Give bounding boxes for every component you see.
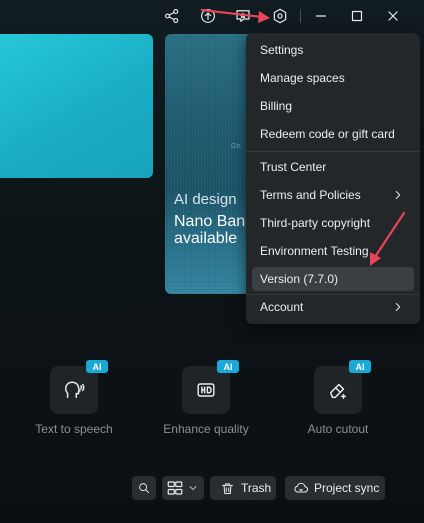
menu-item-label: Environment Testing: [260, 244, 369, 258]
menu-item-label: Account: [260, 300, 304, 314]
grid-view-icon: [167, 481, 183, 495]
view-toggle-button[interactable]: [162, 476, 204, 500]
menu-item-billing[interactable]: Billing: [252, 94, 414, 118]
cloud-sync-icon: [294, 482, 309, 493]
hd-icon: [197, 383, 215, 397]
close-icon[interactable]: [382, 5, 404, 27]
menu-item-account[interactable]: Account: [252, 295, 414, 319]
chevron-down-icon: [189, 486, 197, 490]
menu-item-label: Billing: [260, 99, 293, 113]
settings-menu: Settings Manage spaces Billing Redeem co…: [246, 33, 420, 324]
feedback-icon[interactable]: [232, 5, 254, 27]
eraser-icon: [329, 383, 347, 399]
menu-item-settings[interactable]: Settings: [252, 38, 414, 62]
search-icon: [139, 483, 150, 494]
ai-badge: AI: [217, 360, 239, 373]
upload-icon[interactable]: [197, 5, 219, 27]
menu-divider: [246, 151, 420, 152]
trash-label: Trash: [241, 481, 272, 495]
project-sync-button[interactable]: Project sync: [285, 476, 385, 500]
menu-item-terms-and-policies[interactable]: Terms and Policies: [252, 183, 414, 207]
tool-label: Enhance quality: [163, 422, 249, 436]
chevron-right-icon: [391, 300, 405, 314]
ai-badge: AI: [86, 360, 108, 373]
menu-item-label: Settings: [260, 43, 304, 57]
menu-item-label: Manage spaces: [260, 71, 345, 85]
project-sync-label: Project sync: [314, 481, 380, 495]
toolbar-divider: [300, 9, 301, 23]
promo-title: AI design: [174, 191, 237, 208]
search-button[interactable]: [132, 476, 156, 500]
template-card[interactable]: [0, 34, 153, 178]
ai-badge: AI: [349, 360, 371, 373]
tool-label: Text to speech: [35, 422, 113, 436]
share-icon[interactable]: [161, 5, 183, 27]
minimize-icon[interactable]: [310, 5, 332, 27]
menu-item-environment-testing[interactable]: Environment Testing: [252, 239, 414, 263]
menu-item-trust-center[interactable]: Trust Center: [252, 155, 414, 179]
voice-icon: [65, 381, 85, 399]
menu-item-label: Trust Center: [260, 160, 327, 174]
menu-item-third-party-copyright[interactable]: Third-party copyright: [252, 211, 414, 235]
menu-item-label: Redeem code or gift card: [260, 127, 395, 141]
enhance-quality-button[interactable]: [182, 366, 230, 414]
menu-item-manage-spaces[interactable]: Manage spaces: [252, 66, 414, 90]
trash-icon: [222, 482, 233, 494]
auto-cutout-button[interactable]: [314, 366, 362, 414]
maximize-icon[interactable]: [346, 5, 368, 27]
tool-label: Auto cutout: [307, 422, 369, 436]
menu-item-redeem-code[interactable]: Redeem code or gift card: [252, 122, 414, 146]
menu-item-label: Terms and Policies: [260, 188, 361, 202]
settings-gear-icon[interactable]: [269, 5, 291, 27]
chevron-right-icon: [391, 188, 405, 202]
promo-caption: Ge: [231, 143, 241, 150]
menu-item-version[interactable]: Version (7.7.0): [252, 267, 414, 291]
text-to-speech-button[interactable]: [50, 366, 98, 414]
trash-button[interactable]: Trash: [210, 476, 276, 500]
menu-item-label: Version (7.7.0): [260, 272, 339, 286]
title-bar: [0, 0, 424, 32]
menu-item-label: Third-party copyright: [260, 216, 371, 230]
